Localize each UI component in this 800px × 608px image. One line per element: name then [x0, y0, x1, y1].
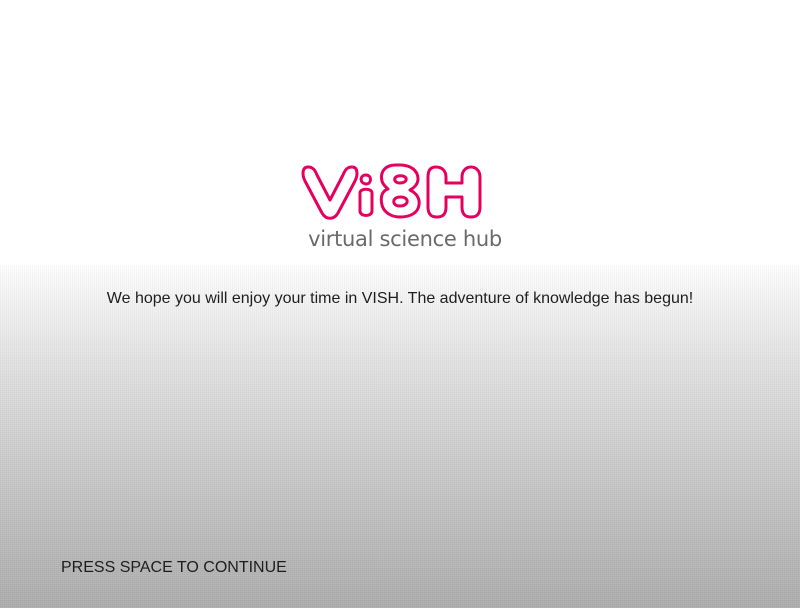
brand-tagline: virtual science hub	[308, 227, 502, 251]
vish-logo	[301, 163, 482, 220]
welcome-message: We hope you will enjoy your time in VISH…	[106, 290, 694, 307]
press-space-prompt[interactable]: PRESS SPACE TO CONTINUE	[61, 559, 287, 577]
welcome-slide: virtual science hub We hope you will enj…	[0, 0, 800, 608]
